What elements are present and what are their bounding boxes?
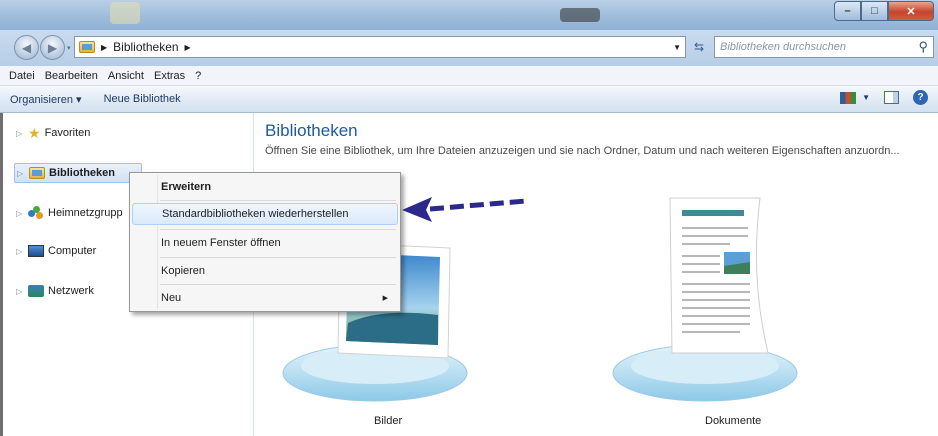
- page-title: Bibliotheken: [265, 121, 358, 140]
- page-subtitle: Öffnen Sie eine Bibliothek, um Ihre Date…: [265, 145, 900, 157]
- forward-arrow-icon: ▶: [47, 40, 58, 55]
- back-button[interactable]: ◀: [14, 35, 39, 60]
- library-caption[interactable]: Bilder: [374, 415, 402, 427]
- view-controls: ▼ ?: [840, 90, 928, 105]
- submenu-arrow-icon: ▶: [382, 295, 388, 302]
- menu-separator: [160, 200, 396, 201]
- menu-bar: Datei Bearbeiten Ansicht Extras ?: [0, 66, 938, 86]
- chevron-down-icon: ▼: [862, 93, 870, 102]
- documents-library-icon: [612, 197, 798, 402]
- preview-pane-button[interactable]: [884, 91, 899, 104]
- expand-icon[interactable]: ▷: [16, 287, 24, 296]
- context-menu: Erweitern Standardbibliotheken wiederher…: [129, 172, 401, 312]
- command-bar: Organisieren ▾ Neue Bibliothek ▼ ?: [0, 86, 938, 113]
- minimize-button[interactable]: –: [834, 1, 861, 21]
- background-blur: [560, 8, 600, 22]
- sidebar-item-network[interactable]: ▷ Netzwerk: [16, 281, 94, 301]
- close-button[interactable]: ✕: [888, 1, 934, 21]
- menu-extras[interactable]: Extras: [149, 70, 190, 82]
- menu-item-restore-default-libraries[interactable]: Standardbibliotheken wiederherstellen: [132, 203, 398, 225]
- refresh-icon: ⇆: [693, 40, 705, 54]
- expand-icon[interactable]: ▷: [16, 129, 24, 138]
- new-library-button[interactable]: Neue Bibliothek: [104, 93, 181, 105]
- library-documents[interactable]: [610, 188, 800, 416]
- star-icon: ★: [28, 125, 41, 141]
- menu-item-label: Neu: [161, 292, 182, 304]
- menu-item-copy[interactable]: Kopieren: [132, 260, 398, 282]
- computer-icon: [28, 245, 44, 257]
- sidebar-item-libraries[interactable]: ▷ Bibliotheken: [14, 163, 142, 183]
- sidebar-item-label: Heimnetzgrupp: [48, 207, 123, 219]
- menu-separator: [160, 257, 396, 258]
- annotation-arrow-icon: [402, 197, 527, 222]
- address-row: ◀ ▶ ▾ ▶ Bibliotheken ▶ ▼ ⇆ Bibliotheken …: [0, 30, 938, 66]
- menu-item-new[interactable]: Neu ▶: [132, 287, 398, 309]
- expand-icon[interactable]: ▷: [16, 247, 24, 256]
- menu-separator: [160, 284, 396, 285]
- library-caption[interactable]: Dokumente: [705, 415, 761, 427]
- view-icon: [840, 91, 857, 104]
- expand-icon[interactable]: ▷: [17, 169, 25, 178]
- sidebar-item-favorites[interactable]: ▷ ★ Favoriten: [16, 123, 90, 143]
- forward-button[interactable]: ▶: [40, 35, 65, 60]
- sidebar-item-label: Netzwerk: [48, 285, 94, 297]
- left-edge: [0, 113, 3, 436]
- menu-item-open-new-window[interactable]: In neuem Fenster öffnen: [132, 232, 398, 254]
- sidebar-item-label: Favoriten: [44, 127, 91, 139]
- window-controls: – □ ✕: [834, 1, 934, 21]
- sidebar-item-label: Computer: [48, 245, 97, 257]
- menu-bearbeiten[interactable]: Bearbeiten: [40, 70, 103, 82]
- library-icon: [29, 167, 45, 179]
- menu-help[interactable]: ?: [190, 70, 206, 82]
- menu-ansicht[interactable]: Ansicht: [103, 70, 149, 82]
- search-icon[interactable]: ⚲: [918, 39, 928, 55]
- library-icon: [79, 41, 95, 53]
- history-dropdown-icon[interactable]: ▾: [67, 44, 71, 52]
- sidebar-item-label: Bibliotheken: [49, 167, 116, 179]
- sidebar-item-computer[interactable]: ▷ Computer: [16, 241, 96, 261]
- menu-datei[interactable]: Datei: [4, 70, 40, 82]
- background-blur: [110, 2, 140, 24]
- organize-button[interactable]: Organisieren ▾: [10, 93, 82, 106]
- refresh-button[interactable]: ⇆: [688, 36, 710, 58]
- sidebar-item-homegroup[interactable]: ▷ Heimnetzgrupp: [16, 203, 123, 223]
- expand-icon[interactable]: ▷: [16, 209, 24, 218]
- change-view-button[interactable]: ▼: [840, 91, 870, 104]
- homegroup-icon: [28, 206, 44, 220]
- address-dropdown-icon[interactable]: ▼: [673, 43, 681, 52]
- search-input[interactable]: Bibliotheken durchsuchen ⚲: [714, 36, 934, 58]
- network-icon: [28, 285, 44, 297]
- breadcrumb-separator-icon[interactable]: ▶: [185, 43, 191, 52]
- breadcrumb-item[interactable]: Bibliotheken: [113, 40, 178, 54]
- menu-item-expand[interactable]: Erweitern: [132, 176, 398, 198]
- breadcrumb-separator-icon[interactable]: ▶: [101, 43, 107, 52]
- back-arrow-icon: ◀: [21, 40, 32, 55]
- menu-separator: [160, 229, 396, 230]
- maximize-button[interactable]: □: [861, 1, 888, 21]
- help-button[interactable]: ?: [913, 90, 928, 105]
- title-bar[interactable]: – □ ✕: [0, 0, 938, 30]
- address-bar[interactable]: ▶ Bibliotheken ▶ ▼: [74, 36, 686, 58]
- search-placeholder: Bibliotheken durchsuchen: [720, 41, 846, 53]
